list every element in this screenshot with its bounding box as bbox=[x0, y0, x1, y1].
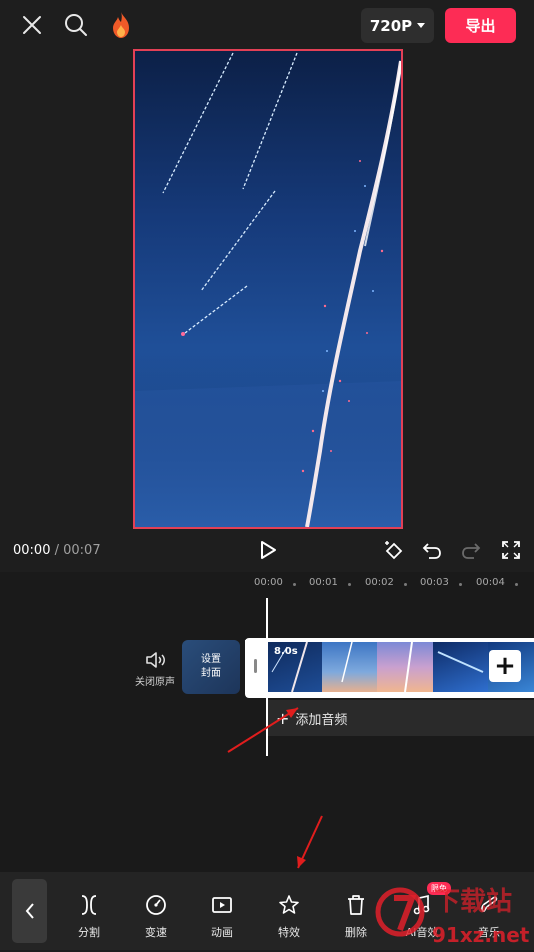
delete-tool-button[interactable]: 删除 bbox=[328, 888, 384, 940]
ruler-tick-label: 00:03 bbox=[420, 577, 449, 588]
close-icon[interactable] bbox=[20, 13, 44, 37]
tool-label: 变速 bbox=[145, 926, 167, 939]
split-icon bbox=[61, 888, 117, 922]
trim-handle-grip bbox=[254, 659, 257, 673]
clip-duration: 8.0s bbox=[274, 646, 298, 657]
ruler-dot bbox=[293, 583, 296, 586]
set-cover-button[interactable]: 设置 封面 bbox=[182, 640, 240, 694]
chevron-left-icon bbox=[25, 903, 34, 919]
total-time: 00:07 bbox=[63, 543, 101, 558]
time-readout: 00:00 / 00:07 bbox=[13, 543, 101, 558]
chevron-down-icon bbox=[417, 23, 426, 28]
music-tool-button[interactable]: 音乐 bbox=[461, 888, 517, 940]
delete-icon bbox=[328, 888, 384, 922]
preview-frame-image bbox=[135, 52, 401, 527]
current-time: 00:00 bbox=[13, 543, 51, 558]
music-icon bbox=[461, 888, 517, 922]
clip-thumbnail bbox=[322, 641, 377, 692]
ai-sound-tool-button[interactable]: AI音效 bbox=[394, 888, 450, 940]
cover-label-line2: 封面 bbox=[201, 668, 221, 679]
speed-icon bbox=[128, 888, 184, 922]
animation-tool-button[interactable]: 动画 bbox=[194, 888, 250, 940]
split-tool-button[interactable]: 分割 bbox=[61, 888, 117, 940]
undo-icon[interactable] bbox=[421, 539, 443, 561]
clip-thumbnail bbox=[377, 641, 433, 693]
keyframe-icon[interactable] bbox=[382, 539, 406, 561]
speed-tool-button[interactable]: 变速 bbox=[128, 888, 184, 940]
ruler-dot bbox=[515, 583, 518, 586]
video-preview[interactable] bbox=[133, 49, 403, 529]
speaker-icon[interactable] bbox=[144, 649, 168, 671]
mute-original-audio-label[interactable]: 关闭原声 bbox=[135, 673, 175, 688]
ruler-dot bbox=[348, 583, 351, 586]
cover-label-line1: 设置 bbox=[201, 654, 221, 665]
annotation-arrow bbox=[227, 707, 299, 753]
back-button[interactable] bbox=[12, 879, 47, 943]
ruler-tick-label: 00:04 bbox=[476, 577, 505, 588]
add-clip-button[interactable]: + bbox=[489, 650, 521, 682]
fullscreen-icon[interactable] bbox=[500, 539, 522, 561]
resolution-dropdown[interactable]: 720P bbox=[361, 8, 434, 43]
export-button[interactable]: 导出 bbox=[445, 8, 516, 43]
tool-label: 动画 bbox=[211, 926, 233, 939]
tool-label: AI音效 bbox=[405, 926, 439, 939]
resolution-label: 720P bbox=[369, 16, 413, 35]
flame-icon[interactable] bbox=[109, 11, 133, 39]
annotation-arrow bbox=[297, 815, 323, 869]
effects-tool-button[interactable]: 特效 bbox=[261, 888, 317, 940]
ruler-tick-label: 00:01 bbox=[309, 577, 338, 588]
ruler-tick-label: 00:02 bbox=[365, 577, 394, 588]
tool-label: 特效 bbox=[278, 926, 300, 939]
redo-icon[interactable] bbox=[460, 539, 482, 561]
tool-label: 分割 bbox=[78, 926, 100, 939]
ruler-dot bbox=[459, 583, 462, 586]
free-badge: 限免 bbox=[427, 882, 451, 895]
tool-label: 删除 bbox=[345, 926, 367, 939]
search-icon[interactable] bbox=[63, 12, 89, 38]
ruler-dot bbox=[404, 583, 407, 586]
tool-label: 音乐 bbox=[478, 926, 500, 939]
time-separator: / bbox=[50, 543, 64, 558]
animation-icon bbox=[194, 888, 250, 922]
clip-thumbnail bbox=[433, 642, 488, 692]
play-icon[interactable] bbox=[257, 539, 279, 561]
ruler-tick-label: 00:00 bbox=[254, 577, 283, 588]
effects-icon bbox=[261, 888, 317, 922]
